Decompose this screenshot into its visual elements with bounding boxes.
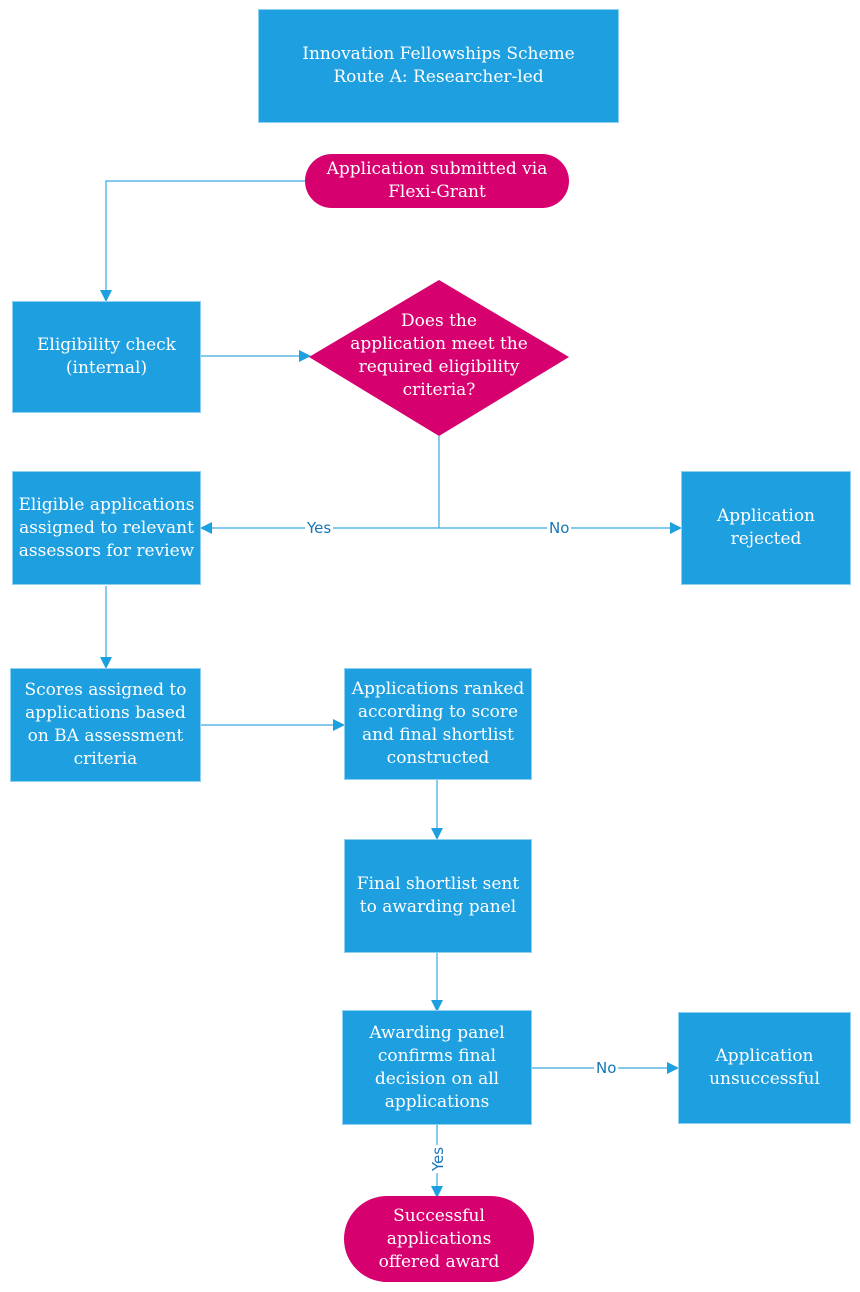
title-line-1: Innovation Fellowships Scheme (302, 44, 575, 64)
node-eligible-assigned: Eligible applications assigned to releva… (12, 471, 201, 585)
node-panel-confirms: Awarding panel confirms final decision o… (342, 1010, 532, 1125)
node-shortlist-sent: Final shortlist sent to awarding panel (344, 839, 532, 953)
flowchart-canvas: Innovation Fellowships Scheme Route A: R… (0, 0, 860, 1292)
edge-label-eligible-no: No (547, 519, 572, 537)
node-application-unsuccessful: Application unsuccessful (678, 1012, 851, 1124)
node-eligibility-decision: Does the application meet the required e… (350, 311, 528, 400)
node-applications-ranked: Applications ranked according to score a… (344, 668, 532, 780)
title-node: Innovation Fellowships Scheme Route A: R… (258, 9, 619, 123)
node-application-submitted: Application submitted via Flexi-Grant (305, 154, 569, 208)
edge-label-panel-no: No (594, 1059, 619, 1077)
node-successful-offered: Successful applications offered award (344, 1196, 534, 1282)
node-eligibility-check: Eligibility check (internal) (12, 301, 201, 413)
node-scores-assigned: Scores assigned to applications based on… (10, 668, 201, 782)
title-line-2: Route A: Researcher-led (333, 67, 544, 87)
node-application-rejected: Application rejected (681, 471, 851, 585)
edge-label-panel-yes: Yes (429, 1144, 448, 1174)
connector-submitted-to-eligibility-check (100, 180, 306, 302)
edge-label-eligible-yes: Yes (305, 519, 334, 537)
